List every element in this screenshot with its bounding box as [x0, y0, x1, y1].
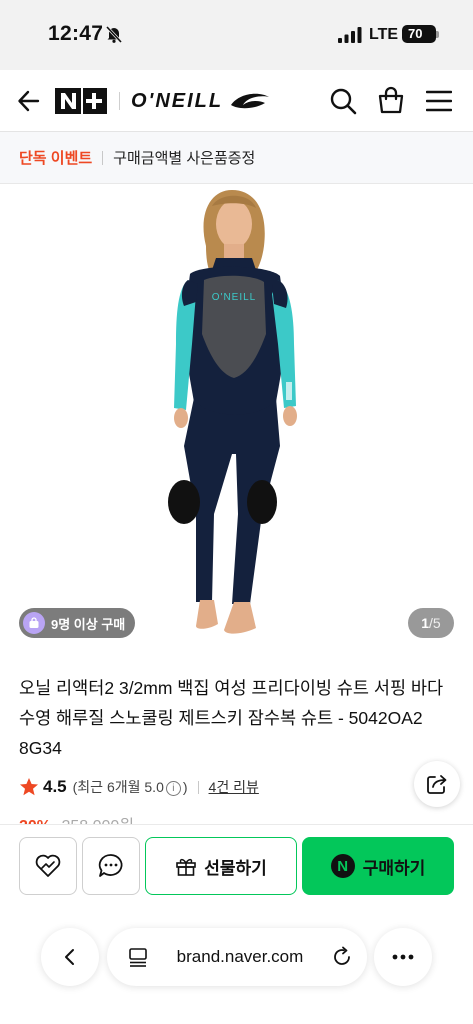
battery-indicator: 70: [402, 25, 436, 43]
wishlist-button[interactable]: [19, 837, 77, 895]
chat-bubble-icon: [98, 854, 123, 877]
product-image-carousel[interactable]: O'NEILL 9명 이상 구매 1 /5: [0, 184, 473, 654]
gift-button[interactable]: 선물하기: [145, 837, 297, 895]
reload-icon[interactable]: [331, 946, 353, 968]
review-link[interactable]: 4건 리뷰: [209, 777, 259, 797]
battery-cap: [436, 31, 439, 38]
info-icon[interactable]: i: [165, 781, 181, 796]
naver-plus-logo[interactable]: [55, 88, 107, 114]
star-icon: [20, 778, 38, 796]
hamburger-menu-icon[interactable]: [426, 89, 452, 113]
buy-button[interactable]: N 구매하기: [302, 837, 454, 895]
nav-divider: [119, 92, 120, 110]
buy-button-label: 구매하기: [362, 858, 426, 878]
event-banner[interactable]: 단독 이벤트 구매금액별 사은품증정: [0, 132, 473, 184]
wave-logo-icon: [231, 93, 270, 109]
event-tag: 단독 이벤트: [19, 150, 93, 167]
bell-off-icon: [105, 25, 123, 44]
rating-note-prefix: (최근 6개월 5.0: [72, 779, 164, 795]
shopping-bag-icon[interactable]: [377, 86, 405, 114]
rating-row: 4.5 (최근 6개월 5.0 i) 4건 리뷰: [19, 774, 259, 800]
status-bar: 12:47 LTE 70: [0, 0, 473, 70]
more-dots-icon: [392, 954, 414, 960]
event-separator: [102, 150, 104, 165]
back-arrow-icon[interactable]: [16, 88, 42, 114]
gift-icon: [176, 858, 197, 876]
address-bar[interactable]: brand.naver.com: [107, 928, 367, 986]
rating-value: 4.5: [43, 777, 67, 796]
page-menu-icon[interactable]: [127, 946, 149, 968]
heart-icon: [35, 854, 61, 877]
bottom-action-sheet: 선물하기 N 구매하기 brand.naver.com: [0, 824, 473, 1024]
brand-logo[interactable]: O'NEILL: [131, 88, 271, 114]
suit-logo-text: O'NEILL: [212, 292, 256, 303]
wetsuit-model-image: O'NEILL: [168, 190, 297, 634]
rating-note: (최근 6개월 5.0 i): [73, 777, 188, 797]
buyer-count-badge: 9명 이상 구매: [19, 608, 136, 638]
buyer-count-text: 9명 이상 구매: [51, 616, 126, 632]
shopping-bag-badge-icon: [23, 612, 45, 634]
image-page-counter: 1 /5: [408, 608, 454, 638]
product-title: 오닐 리액터2 3/2mm 백집 여성 프리다이빙 슈트 서핑 바다수영 해루질…: [19, 678, 444, 758]
network-type: LTE: [369, 26, 399, 43]
top-navigation: O'NEILL: [0, 70, 473, 132]
chevron-left-icon: [65, 949, 74, 965]
browser-more-button[interactable]: [374, 928, 432, 986]
image-total-count: /5: [429, 615, 441, 631]
rating-separator: [197, 780, 199, 794]
event-text: 구매금액별 사은품증정: [113, 150, 256, 167]
status-time: 12:47: [48, 22, 104, 45]
naver-n-icon: N: [330, 854, 355, 878]
image-current-index: 1: [421, 615, 430, 631]
share-icon: [427, 775, 447, 794]
browser-back-button[interactable]: [41, 928, 99, 986]
search-icon[interactable]: [329, 87, 357, 115]
cellular-signal-icon: [338, 27, 362, 43]
rating-note-suffix: ): [182, 779, 188, 795]
browser-toolbar: brand.naver.com: [0, 928, 473, 988]
talk-talk-button[interactable]: [82, 837, 140, 895]
gift-button-label: 선물하기: [204, 858, 267, 878]
address-url: brand.naver.com: [176, 947, 304, 966]
share-button[interactable]: [414, 761, 460, 807]
brand-logo-text: O'NEILL: [131, 89, 224, 112]
